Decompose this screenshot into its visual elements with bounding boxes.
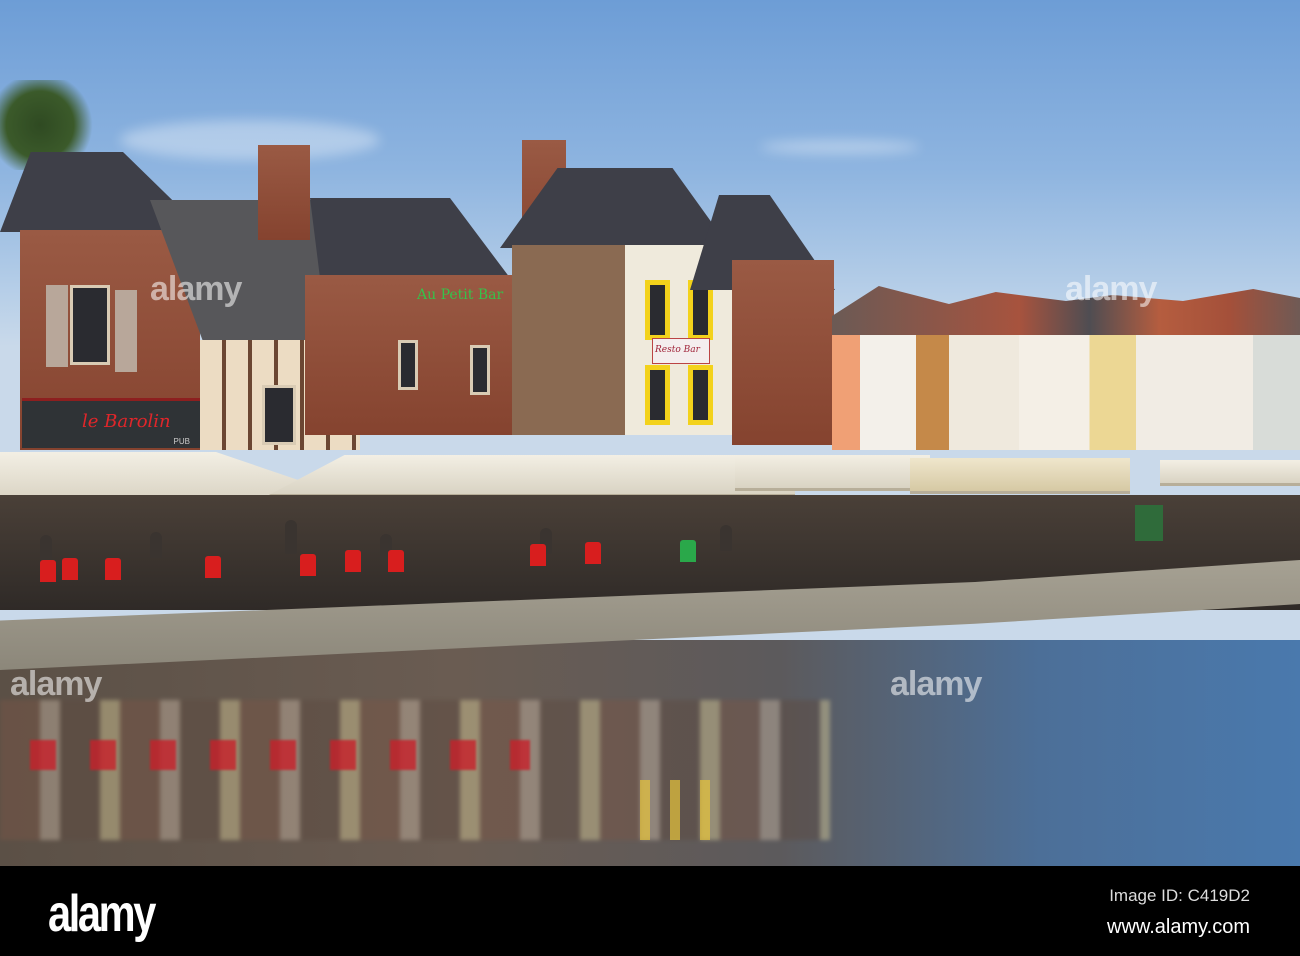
bar-sign: le Barolin bbox=[82, 411, 171, 432]
chimney bbox=[258, 145, 310, 240]
alamy-logo: alamy bbox=[48, 885, 156, 943]
red-chair bbox=[205, 556, 221, 578]
roof bbox=[310, 198, 510, 278]
window bbox=[262, 385, 296, 445]
shutter bbox=[46, 285, 68, 367]
yellow-window bbox=[688, 365, 713, 425]
awning bbox=[910, 458, 1130, 494]
pub-label: PUB bbox=[173, 437, 190, 446]
footer-bar: alamy Image ID: C419D2 www.alamy.com bbox=[0, 866, 1300, 956]
watermark: alamy bbox=[890, 665, 982, 703]
red-chair bbox=[388, 550, 404, 572]
website-link[interactable]: www.alamy.com bbox=[1107, 916, 1250, 939]
cloud bbox=[120, 120, 380, 160]
awning bbox=[265, 455, 795, 497]
cloud bbox=[760, 140, 920, 154]
person bbox=[720, 525, 732, 551]
person bbox=[150, 532, 162, 558]
house-facades-row bbox=[832, 335, 1300, 450]
red-chair bbox=[40, 560, 56, 582]
red-chair bbox=[345, 550, 361, 572]
shutter bbox=[115, 290, 137, 372]
stone-building bbox=[512, 245, 627, 435]
resto-bar-sign: Resto Bar bbox=[652, 338, 710, 364]
red-chair bbox=[530, 544, 546, 566]
red-chair bbox=[585, 542, 601, 564]
person bbox=[285, 520, 297, 554]
image-id: Image ID: C419D2 bbox=[1109, 886, 1250, 905]
pub-sign-board: le Barolin PUB bbox=[22, 398, 200, 448]
red-chair bbox=[62, 558, 78, 580]
window bbox=[470, 345, 490, 395]
red-chair bbox=[300, 554, 316, 576]
yellow-window bbox=[645, 280, 670, 340]
stock-photo-riverside-cafes: le Barolin PUB Au Petit Bar Resto Bar al… bbox=[0, 0, 1300, 866]
awning bbox=[1160, 460, 1300, 486]
green-chair bbox=[680, 540, 696, 562]
watermark: alamy bbox=[1065, 270, 1157, 308]
watermark: alamy bbox=[10, 665, 102, 703]
brick-building bbox=[732, 260, 834, 445]
yellow-window bbox=[645, 365, 670, 425]
window bbox=[70, 285, 110, 365]
yellow-reflection bbox=[640, 780, 720, 840]
green-bin bbox=[1135, 505, 1163, 541]
watermark: alamy bbox=[150, 270, 242, 308]
red-chair-reflection bbox=[30, 740, 530, 770]
person bbox=[40, 535, 52, 561]
awning bbox=[735, 455, 930, 491]
resto-sign-text: Resto Bar bbox=[655, 345, 700, 355]
red-chair bbox=[105, 558, 121, 580]
green-sign: Au Petit Bar bbox=[417, 287, 504, 303]
window bbox=[398, 340, 418, 390]
